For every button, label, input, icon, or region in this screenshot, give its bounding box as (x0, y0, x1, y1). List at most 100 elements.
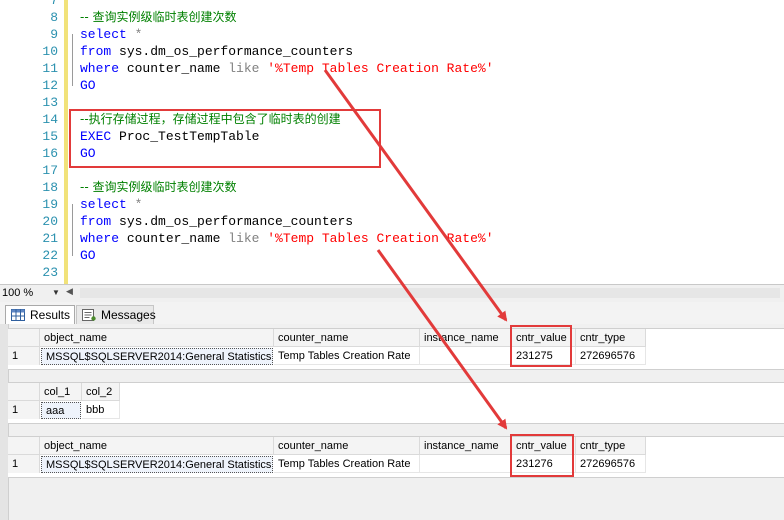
sql-keyword: GO (80, 248, 96, 263)
sql-operator: * (126, 197, 143, 212)
column-header[interactable]: instance_name (420, 329, 512, 347)
row-header-corner[interactable] (8, 437, 40, 455)
sql-operator: like (228, 231, 260, 246)
code-line[interactable]: 22 GO (0, 247, 784, 264)
code-line[interactable]: 18 -- 查询实例级临时表创建次数 (0, 179, 784, 196)
line-number: 16 (42, 146, 58, 161)
line-number: 17 (42, 163, 58, 178)
tab-results[interactable]: Results (5, 305, 75, 324)
row-header-corner[interactable] (8, 329, 40, 347)
line-number: 20 (42, 214, 58, 229)
sql-comment: -- 查询实例级临时表创建次数 (80, 180, 237, 194)
sql-keyword: from (80, 214, 112, 229)
code-line[interactable]: 7 (0, 0, 784, 9)
grid-cell[interactable]: aaa (41, 402, 81, 419)
code-line[interactable]: 23 (0, 264, 784, 281)
line-number: 8 (50, 10, 58, 25)
tab-results-label: Results (30, 308, 71, 322)
grid-cell[interactable]: MSSQL$SQLSERVER2014:General Statistics (41, 348, 273, 365)
result-grid-2[interactable]: col_1 col_2 1 aaa bbb (8, 382, 784, 424)
code-line[interactable]: 20 from sys.dm_os_performance_counters (0, 213, 784, 230)
row-number[interactable]: 1 (8, 401, 40, 419)
column-header[interactable]: object_name (40, 437, 274, 455)
scroll-left-icon[interactable]: ◀ (66, 286, 78, 300)
chevron-down-icon[interactable]: ▼ (52, 288, 60, 297)
annotation-box-value-2 (510, 434, 574, 477)
code-line[interactable]: 19 select * (0, 196, 784, 213)
sql-keyword: where (80, 61, 120, 76)
code-line[interactable]: 10 from sys.dm_os_performance_counters (0, 43, 784, 60)
sql-identifier: counter_name (119, 231, 229, 246)
column-header[interactable]: object_name (40, 329, 274, 347)
sql-keyword: where (80, 231, 120, 246)
code-line[interactable]: 8 -- 查询实例级临时表创建次数 (0, 9, 784, 26)
annotation-box-value-1 (510, 325, 572, 367)
line-number: 23 (42, 265, 58, 280)
column-header[interactable]: cntr_type (576, 329, 646, 347)
grid-cell[interactable]: 272696576 (576, 347, 646, 365)
line-number: 12 (42, 78, 58, 93)
column-header[interactable]: counter_name (274, 437, 420, 455)
line-number: 15 (42, 129, 58, 144)
sql-text: from sys.dm_os_performance_counters (80, 213, 353, 230)
zoom-value: 100 % (2, 287, 34, 299)
row-header-corner[interactable] (8, 383, 40, 401)
sql-identifier: sys.dm_os_performance_counters (111, 214, 354, 229)
grid-cell[interactable]: Temp Tables Creation Rate (274, 455, 420, 473)
line-number: 7 (50, 0, 58, 8)
sql-operator: like (228, 61, 260, 76)
line-number: 9 (50, 27, 58, 42)
code-line[interactable]: 9 select * (0, 26, 784, 43)
tab-messages[interactable]: Messages (76, 305, 156, 324)
sql-keyword: GO (80, 78, 96, 93)
sql-keyword: select (80, 197, 127, 212)
grid-cell[interactable] (420, 455, 512, 473)
column-header[interactable]: instance_name (420, 437, 512, 455)
code-line[interactable]: 21 where counter_name like '%Temp Tables… (0, 230, 784, 247)
sql-text: select * (80, 196, 142, 213)
sql-keyword: select (80, 27, 127, 42)
horizontal-scrollbar[interactable] (80, 288, 780, 298)
sql-identifier: sys.dm_os_performance_counters (111, 44, 354, 59)
line-number: 10 (42, 44, 58, 59)
sql-operator: * (126, 27, 143, 42)
grid-cell[interactable]: MSSQL$SQLSERVER2014:General Statistics (41, 456, 273, 473)
sql-text: where counter_name like '%Temp Tables Cr… (80, 230, 494, 247)
line-number: 21 (42, 231, 58, 246)
sql-text: from sys.dm_os_performance_counters (80, 43, 353, 60)
column-header[interactable]: counter_name (274, 329, 420, 347)
sql-string: '%Temp Tables Creation Rate%' (259, 61, 494, 76)
line-number: 22 (42, 248, 58, 263)
grid-cell[interactable]: bbb (82, 401, 120, 419)
query-editor[interactable]: 7 8 -- 查询实例级临时表创建次数 9 select * 10 from s… (0, 0, 784, 284)
editor-status-bar: 100 % ▼ ◀ (0, 284, 784, 302)
sql-keyword: from (80, 44, 112, 59)
tab-messages-label: Messages (101, 308, 156, 322)
column-header[interactable]: col_2 (82, 383, 120, 401)
messages-icon (82, 309, 96, 321)
grid-cell[interactable] (420, 347, 512, 365)
sql-identifier: counter_name (119, 61, 229, 76)
result-grid-1[interactable]: object_name counter_name instance_name c… (8, 328, 784, 370)
column-header[interactable]: col_1 (40, 383, 82, 401)
column-header[interactable]: cntr_type (576, 437, 646, 455)
line-number: 18 (42, 180, 58, 195)
code-line[interactable]: 11 where counter_name like '%Temp Tables… (0, 60, 784, 77)
line-number: 14 (42, 112, 58, 127)
grid-cell[interactable]: Temp Tables Creation Rate (274, 347, 420, 365)
result-grid-3[interactable]: object_name counter_name instance_name c… (8, 436, 784, 478)
row-number[interactable]: 1 (8, 455, 40, 473)
sql-string: '%Temp Tables Creation Rate%' (259, 231, 494, 246)
sql-text: select * (80, 26, 142, 43)
results-pane: object_name counter_name instance_name c… (0, 324, 784, 520)
code-line[interactable]: 12 GO (0, 77, 784, 94)
row-number[interactable]: 1 (8, 347, 40, 365)
annotation-box-exec (69, 109, 381, 168)
sql-comment: -- 查询实例级临时表创建次数 (80, 10, 237, 24)
grid-cell[interactable]: 272696576 (576, 455, 646, 473)
line-number: 19 (42, 197, 58, 212)
results-tab-strip: Results Messages (0, 302, 784, 325)
sql-text: where counter_name like '%Temp Tables Cr… (80, 60, 494, 77)
line-number: 11 (42, 61, 58, 76)
grid-icon (11, 309, 25, 321)
